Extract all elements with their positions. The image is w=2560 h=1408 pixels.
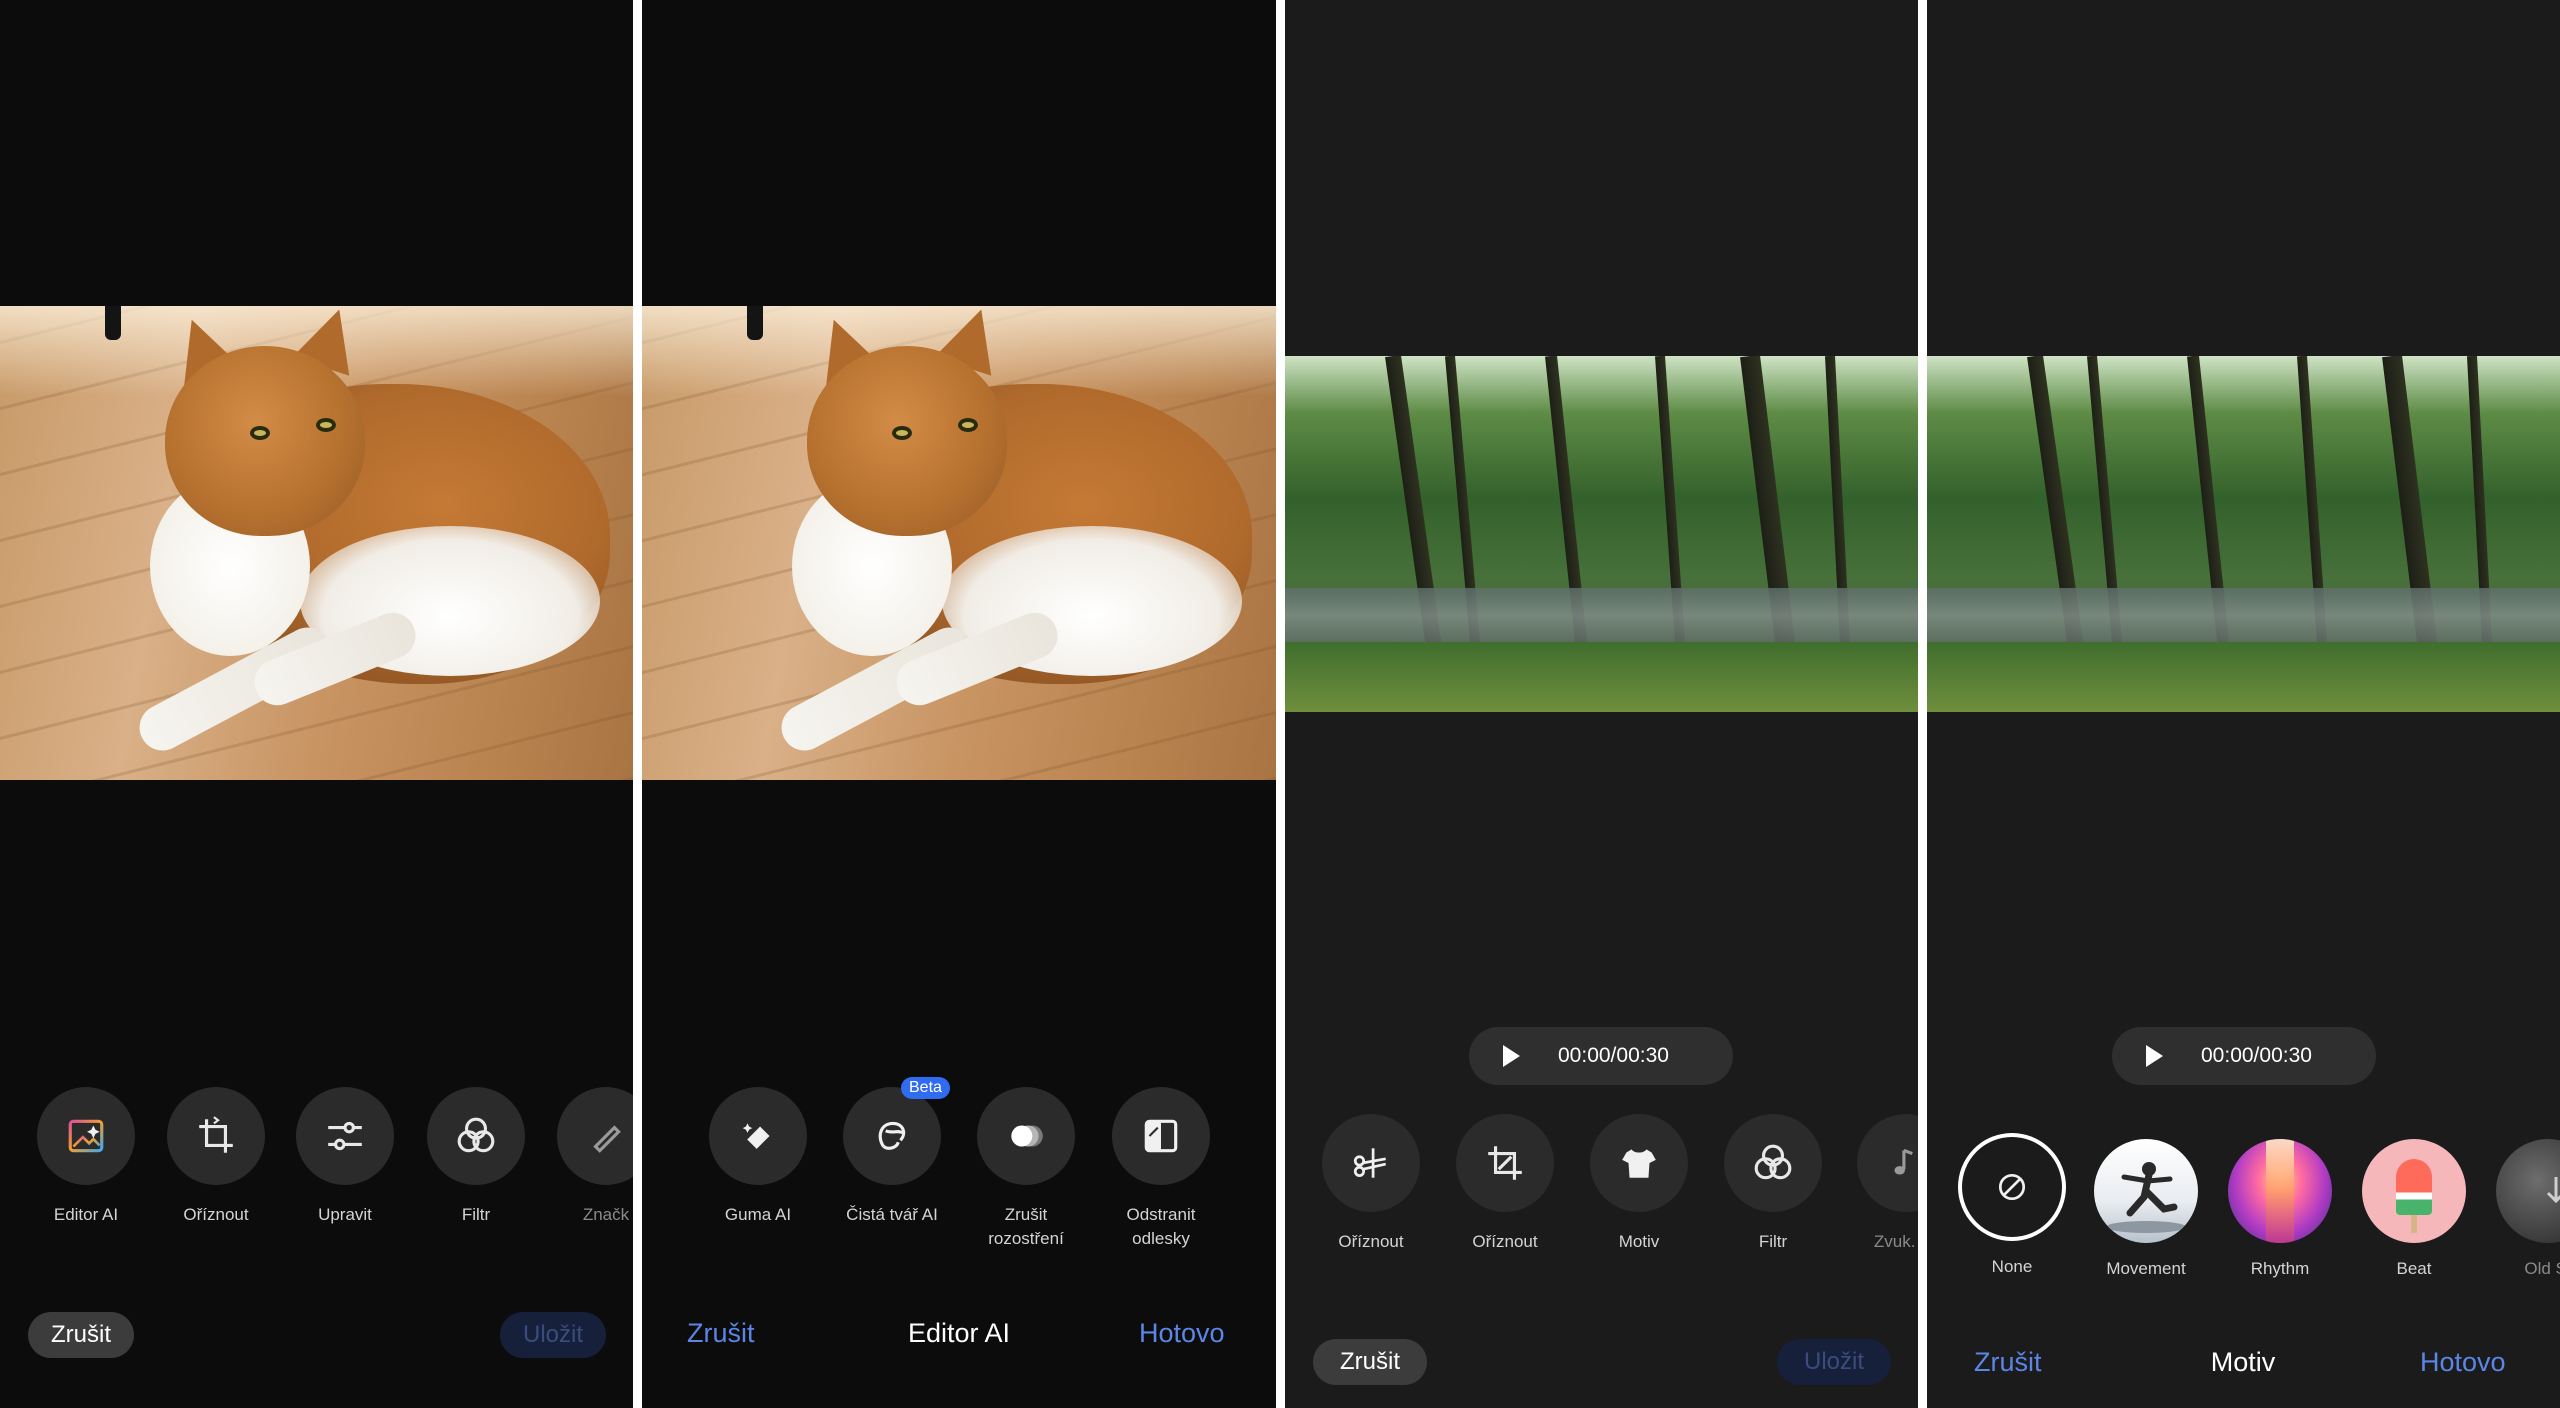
- beta-badge: Beta: [901, 1077, 950, 1099]
- tool-label: Motiv: [1618, 1232, 1660, 1251]
- filter-icon: [427, 1087, 525, 1185]
- tool-clean-face-ai[interactable]: Beta Čistá tvář AI: [827, 1077, 957, 1227]
- save-button[interactable]: Uložit: [1777, 1339, 1891, 1385]
- tool-label: Editor AI: [53, 1205, 119, 1224]
- play-icon[interactable]: [2146, 1045, 2163, 1067]
- tool-label: Filtr: [1758, 1232, 1788, 1251]
- tool-filter[interactable]: Filtr: [411, 1087, 541, 1227]
- deblur-icon: [977, 1087, 1075, 1185]
- tool-label: Zvuk. za: [1873, 1232, 1918, 1251]
- tool-label: Zrušit rozostření: [988, 1205, 1064, 1248]
- theme-movement[interactable]: Movement: [2081, 1139, 2211, 1279]
- ai-editor-panel: Guma AI Beta Čistá tvář AI Zrušit rozost…: [642, 0, 1276, 1408]
- playback-bar[interactable]: 00:00/00:30: [2112, 1027, 2376, 1085]
- tool-trim[interactable]: Oříznout: [1306, 1114, 1436, 1254]
- playback-bar[interactable]: 00:00/00:30: [1469, 1027, 1733, 1085]
- tool-label: Guma AI: [724, 1205, 792, 1224]
- adjust-sliders-icon: [296, 1087, 394, 1185]
- cancel-button[interactable]: Zrušit: [1974, 1347, 2042, 1378]
- done-button[interactable]: Hotovo: [1139, 1318, 1225, 1349]
- theme-label: Movement: [2106, 1259, 2186, 1278]
- beat-thumbnail: [2362, 1139, 2466, 1243]
- theme-rhythm[interactable]: Rhythm: [2215, 1139, 2345, 1279]
- tool-label: Odstranit odlesky: [1126, 1205, 1196, 1248]
- theme-label: None: [1991, 1257, 2033, 1276]
- face-icon: Beta: [843, 1077, 950, 1185]
- video-editor-panel: 00:00/00:30 Oříznout Oříznout Motiv Filt…: [1285, 0, 1918, 1408]
- tool-markup[interactable]: Značk: [541, 1087, 633, 1227]
- tool-adjust[interactable]: Upravit: [280, 1087, 410, 1227]
- trim-scissors-icon: [1322, 1114, 1420, 1212]
- tool-crop[interactable]: Oříznout: [1440, 1114, 1570, 1254]
- cancel-button[interactable]: Zrušit: [28, 1312, 134, 1358]
- rhythm-thumbnail: [2228, 1139, 2332, 1243]
- cat-photo: [0, 306, 633, 780]
- tool-deblur[interactable]: Zrušit rozostření: [961, 1087, 1091, 1251]
- tool-theme[interactable]: Motiv: [1574, 1114, 1704, 1254]
- theme-label: Rhythm: [2250, 1259, 2310, 1278]
- ai-editor-icon: [37, 1087, 135, 1185]
- tool-label: Oříznout: [1338, 1232, 1404, 1251]
- tool-label: Oříznout: [1472, 1232, 1538, 1251]
- tool-label: Značk: [582, 1205, 630, 1224]
- tool-label: Oříznout: [183, 1205, 249, 1224]
- filter-icon: [1724, 1114, 1822, 1212]
- video-preview: [1927, 356, 2560, 712]
- tool-sound[interactable]: Zvuk. za: [1841, 1114, 1918, 1254]
- eraser-icon: [709, 1087, 807, 1185]
- theme-shirt-icon: [1590, 1114, 1688, 1212]
- crop-icon: [167, 1087, 265, 1185]
- cat-photo: [642, 306, 1276, 780]
- done-button[interactable]: Hotovo: [2420, 1347, 2506, 1378]
- tool-label: Čistá tvář AI: [846, 1205, 938, 1224]
- play-icon[interactable]: [1503, 1045, 1520, 1067]
- photo-editor-panel: Editor AI Oříznout Upravit Filtr Značk Z…: [0, 0, 633, 1408]
- tool-eraser-ai[interactable]: Guma AI: [693, 1087, 823, 1227]
- theme-old-st[interactable]: Old St: [2483, 1139, 2560, 1279]
- theme-beat[interactable]: Beat: [2349, 1139, 2479, 1279]
- music-note-icon: [1857, 1114, 1918, 1212]
- page-title: Editor AI: [907, 1318, 1011, 1348]
- tool-filter[interactable]: Filtr: [1708, 1114, 1838, 1254]
- video-preview: [1285, 356, 1918, 712]
- movement-thumbnail: [2094, 1139, 2198, 1243]
- tool-label: Filtr: [461, 1205, 491, 1224]
- playback-time: 00:00/00:30: [2201, 1044, 2312, 1067]
- page-title: Motiv: [2210, 1347, 2276, 1377]
- playback-time: 00:00/00:30: [1558, 1044, 1669, 1067]
- tool-crop[interactable]: Oříznout: [151, 1087, 281, 1227]
- save-button[interactable]: Uložit: [500, 1312, 606, 1358]
- tool-remove-reflections[interactable]: Odstranit odlesky: [1096, 1087, 1226, 1251]
- theme-label: Old St: [2524, 1259, 2560, 1278]
- reflection-icon: [1112, 1087, 1210, 1185]
- markup-pen-icon: [557, 1087, 633, 1185]
- cancel-button[interactable]: Zrušit: [687, 1318, 755, 1349]
- cancel-button[interactable]: Zrušit: [1313, 1339, 1427, 1385]
- tool-label: Upravit: [318, 1205, 372, 1224]
- theme-panel: 00:00/00:30 None Movement Rhythm Beat Ol…: [1927, 0, 2560, 1408]
- theme-none[interactable]: None: [1947, 1133, 2077, 1277]
- tool-editor-ai[interactable]: Editor AI: [21, 1087, 151, 1227]
- theme-label: Beat: [2396, 1259, 2432, 1278]
- crop-icon: [1456, 1114, 1554, 1212]
- none-icon: [1958, 1133, 2066, 1241]
- old-st-thumbnail: [2496, 1139, 2560, 1243]
